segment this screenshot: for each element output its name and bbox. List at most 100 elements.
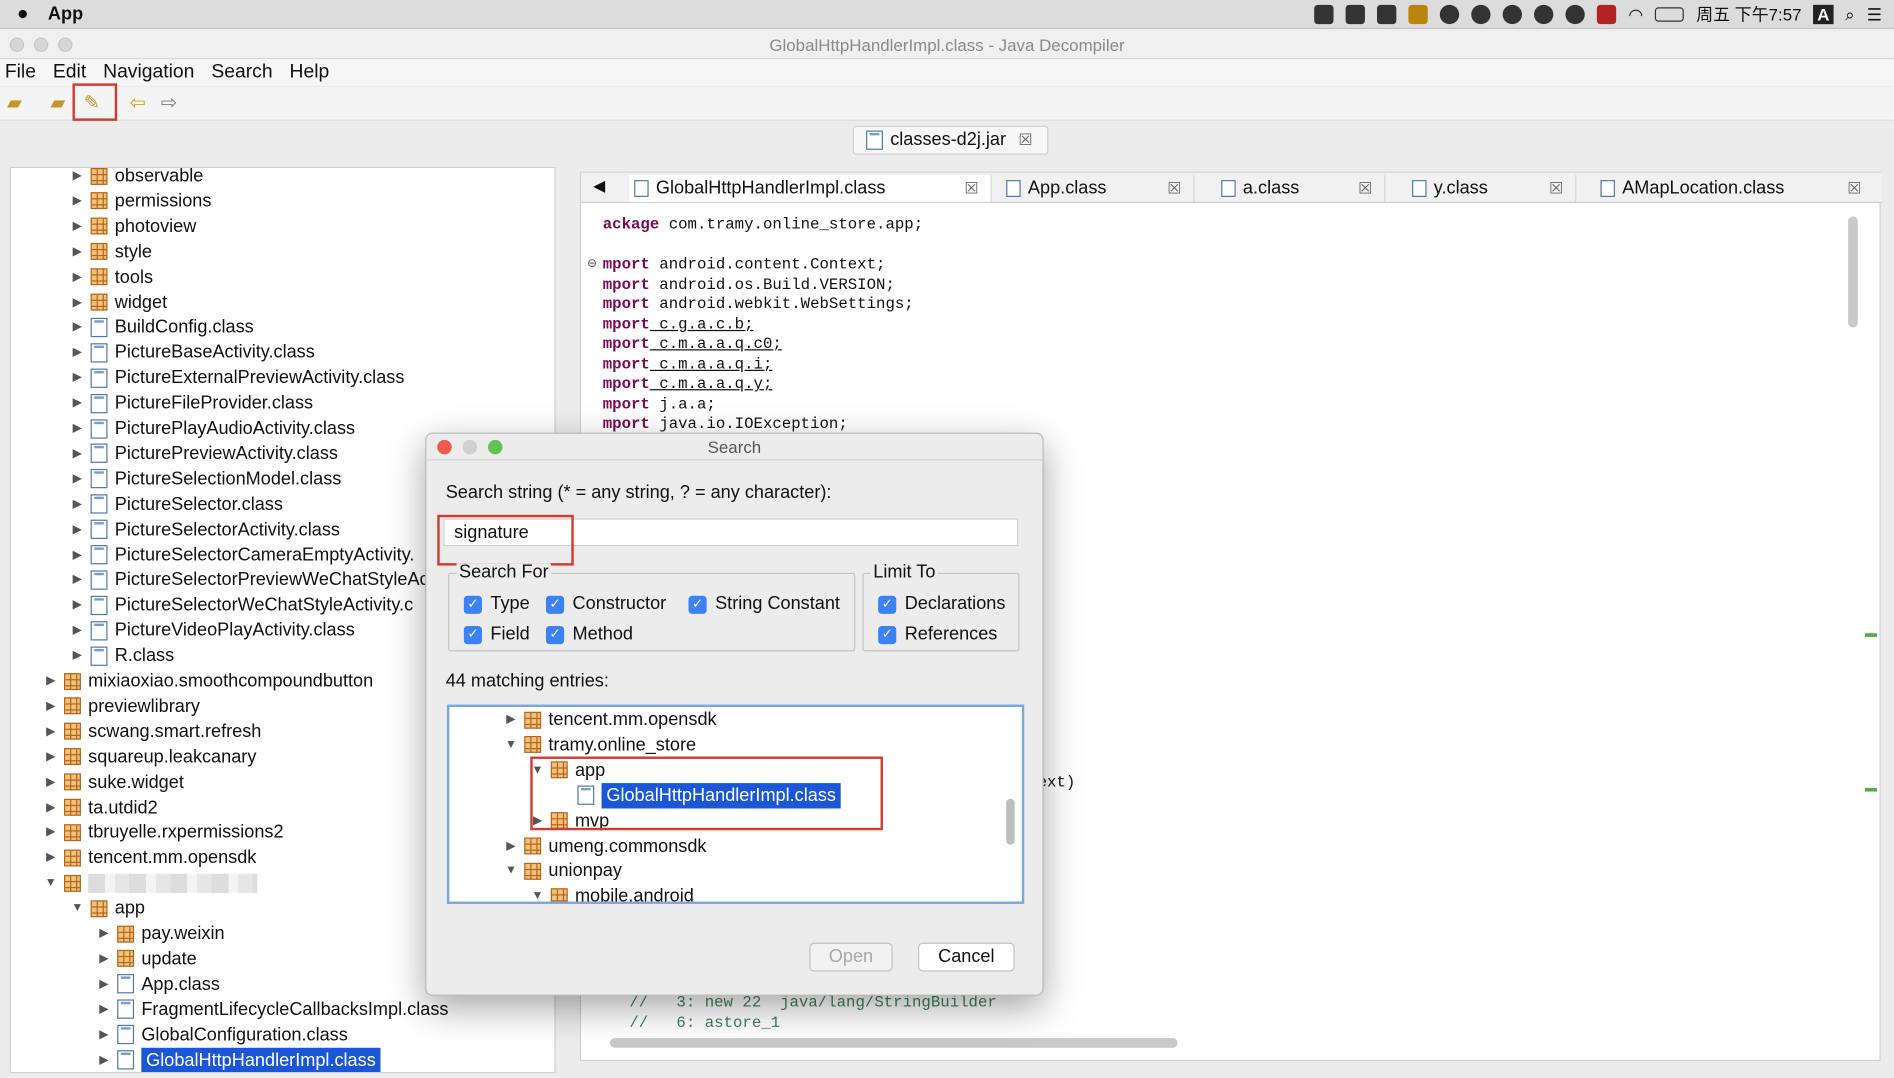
collapsed-arrow-icon[interactable]: ▶ bbox=[69, 491, 86, 516]
collapsed-arrow-icon[interactable]: ▶ bbox=[95, 971, 112, 996]
tree-row[interactable]: ▶ previewlibrary bbox=[42, 694, 200, 719]
tab-amaplocation[interactable]: AMapLocation.class ☒ bbox=[1596, 175, 1874, 202]
tab-app[interactable]: App.class ☒ bbox=[1001, 175, 1195, 202]
collapsed-arrow-icon[interactable]: ▶ bbox=[69, 168, 86, 189]
close-icon[interactable]: ☒ bbox=[1018, 131, 1032, 149]
results-scrollbar[interactable] bbox=[1006, 798, 1015, 845]
tree-row[interactable]: ▶ App.class bbox=[95, 971, 220, 996]
wifi-icon[interactable]: ◠ bbox=[1628, 4, 1643, 25]
tree-row[interactable]: ▶ PictureExternalPreviewActivity.class bbox=[69, 365, 405, 390]
collapsed-arrow-icon[interactable]: ▶ bbox=[69, 618, 86, 643]
tree-row[interactable]: ▶ BuildConfig.class bbox=[69, 315, 254, 340]
collapsed-arrow-icon[interactable]: ▶ bbox=[69, 239, 86, 264]
collapsed-arrow-icon[interactable]: ▶ bbox=[95, 1022, 112, 1047]
field-checkbox[interactable]: ✓ Field bbox=[463, 624, 530, 646]
collapsed-arrow-icon[interactable]: ▶ bbox=[69, 214, 86, 239]
hexagon-icon[interactable] bbox=[1502, 4, 1523, 25]
menu-navigation[interactable]: Navigation bbox=[98, 59, 206, 86]
collapsed-arrow-icon[interactable]: ▶ bbox=[69, 390, 86, 415]
tree-row[interactable]: ▼ app bbox=[69, 896, 145, 921]
tree-row[interactable]: ▶ tencent.mm.opensdk bbox=[42, 845, 256, 870]
shield-icon[interactable] bbox=[1345, 4, 1366, 25]
collapsed-arrow-icon[interactable]: ▶ bbox=[69, 264, 86, 289]
owl-icon[interactable] bbox=[1439, 4, 1460, 25]
references-checkbox[interactable]: ✓ References bbox=[878, 624, 997, 646]
expanded-arrow-icon[interactable]: ▼ bbox=[42, 870, 59, 895]
collapsed-arrow-icon[interactable]: ▶ bbox=[95, 946, 112, 971]
jar-tab[interactable]: classes-d2j.jar ☒ bbox=[852, 125, 1049, 155]
collapse-icon[interactable]: ⊖ bbox=[587, 257, 597, 270]
tree-row[interactable]: ▶ PictureSelector.class bbox=[69, 491, 283, 516]
app-menu-name[interactable]: App bbox=[48, 4, 83, 25]
close-icon[interactable]: ☒ bbox=[964, 175, 978, 202]
collapsed-arrow-icon[interactable]: ▶ bbox=[502, 833, 519, 858]
minimize-window-button[interactable] bbox=[33, 37, 49, 52]
menu-search[interactable]: Search bbox=[207, 59, 285, 86]
tree-row[interactable]: ▶ PictureSelectorActivity.class bbox=[69, 517, 340, 542]
tab-y[interactable]: y.class ☒ bbox=[1407, 175, 1577, 202]
collapsed-arrow-icon[interactable]: ▶ bbox=[69, 441, 86, 466]
collapsed-arrow-icon[interactable]: ▶ bbox=[69, 188, 86, 213]
collapsed-arrow-icon[interactable]: ▶ bbox=[42, 795, 59, 820]
bookmark-icon[interactable] bbox=[1377, 4, 1397, 25]
open-file-icon[interactable]: ▰ bbox=[2, 92, 26, 116]
collapsed-arrow-icon[interactable]: ▶ bbox=[42, 694, 59, 719]
collapsed-arrow-icon[interactable]: ▶ bbox=[69, 517, 86, 542]
tree-row[interactable]: ▶ tbruyelle.rxpermissions2 bbox=[42, 820, 283, 845]
tree-row[interactable]: ▶ FragmentLifecycleCallbacksImpl.class bbox=[95, 997, 448, 1022]
constructor-checkbox[interactable]: ✓ Constructor bbox=[545, 593, 666, 615]
open-type-icon[interactable]: ▰ bbox=[46, 92, 70, 116]
tree-row[interactable]: ▶ pay.weixin bbox=[95, 921, 224, 946]
tree-row[interactable]: ▶ mixiaoxiao.smoothcompoundbutton bbox=[42, 668, 373, 693]
collapsed-arrow-icon[interactable]: ▶ bbox=[42, 744, 59, 769]
control-center-icon[interactable]: ☰ bbox=[1867, 4, 1882, 25]
clock[interactable]: 周五 下午7:57 bbox=[1696, 2, 1801, 26]
declarations-checkbox[interactable]: ✓ Declarations bbox=[878, 593, 1005, 615]
tree-row-selected[interactable]: ▶ GlobalHttpHandlerImpl.class bbox=[95, 1047, 381, 1072]
close-icon[interactable]: ☒ bbox=[1549, 175, 1563, 202]
tree-row[interactable]: ▶ ta.utdid2 bbox=[42, 795, 158, 820]
menu-file[interactable]: File bbox=[0, 59, 48, 86]
tree-row[interactable]: ▶ suke.widget bbox=[42, 769, 184, 794]
type-checkbox[interactable]: ✓ Type bbox=[463, 593, 530, 615]
close-icon[interactable]: ☒ bbox=[1358, 175, 1372, 202]
tab-a[interactable]: a.class ☒ bbox=[1216, 175, 1386, 202]
collapsed-arrow-icon[interactable]: ▶ bbox=[42, 820, 59, 845]
marker-line[interactable] bbox=[1864, 633, 1878, 637]
tree-row[interactable]: ▶ style bbox=[69, 239, 152, 264]
badge-icon[interactable] bbox=[1408, 4, 1428, 25]
tree-row[interactable]: ▶ update bbox=[95, 946, 197, 971]
vertical-scrollbar[interactable] bbox=[1848, 216, 1858, 328]
collapsed-arrow-icon[interactable]: ▶ bbox=[95, 1047, 112, 1072]
open-button[interactable]: Open bbox=[809, 942, 893, 972]
collapsed-arrow-icon[interactable]: ▶ bbox=[69, 365, 86, 390]
horizontal-scrollbar[interactable] bbox=[609, 1038, 1178, 1048]
menu-help[interactable]: Help bbox=[285, 59, 342, 86]
tree-row[interactable]: ▶ PicturePlayAudioActivity.class bbox=[69, 416, 355, 441]
collapsed-arrow-icon[interactable]: ▶ bbox=[42, 769, 59, 794]
tab-globalhttphandlerimpl[interactable]: GlobalHttpHandlerImpl.class ☒ bbox=[629, 175, 992, 202]
expanded-arrow-icon[interactable]: ▼ bbox=[502, 859, 519, 884]
tree-row[interactable]: ▶ observable bbox=[69, 167, 203, 189]
collapsed-arrow-icon[interactable]: ▶ bbox=[69, 416, 86, 441]
close-icon[interactable]: ☒ bbox=[1847, 175, 1861, 202]
collapsed-arrow-icon[interactable]: ▶ bbox=[69, 340, 86, 365]
tree-row[interactable]: ▶ photoview bbox=[69, 214, 197, 239]
result-row[interactable]: ▼ mobile.android bbox=[529, 884, 694, 902]
collapsed-arrow-icon[interactable]: ▶ bbox=[42, 668, 59, 693]
tree-row[interactable]: ▶ PicturePreviewActivity.class bbox=[69, 441, 338, 466]
close-window-button[interactable] bbox=[9, 37, 25, 52]
collapsed-arrow-icon[interactable]: ▶ bbox=[69, 289, 86, 314]
tree-row[interactable]: ▶ PictureBaseActivity.class bbox=[69, 340, 315, 365]
tree-row[interactable]: ▶ PictureVideoPlayActivity.class bbox=[69, 618, 355, 643]
tree-row[interactable]: ▶ scwang.smart.refresh bbox=[42, 719, 261, 744]
input-method-icon[interactable]: A bbox=[1813, 4, 1834, 25]
close-icon[interactable]: ☒ bbox=[1167, 175, 1181, 202]
forward-icon[interactable]: ⇨ bbox=[157, 92, 181, 116]
minimize-dialog-button[interactable] bbox=[462, 439, 478, 455]
tree-row[interactable]: ▶ PictureFileProvider.class bbox=[69, 390, 313, 415]
string-constant-checkbox[interactable]: ✓ String Constant bbox=[688, 593, 840, 615]
collapsed-arrow-icon[interactable]: ▶ bbox=[69, 593, 86, 618]
tray-app-icon[interactable] bbox=[1314, 4, 1334, 25]
expanded-arrow-icon[interactable]: ▼ bbox=[529, 884, 546, 902]
